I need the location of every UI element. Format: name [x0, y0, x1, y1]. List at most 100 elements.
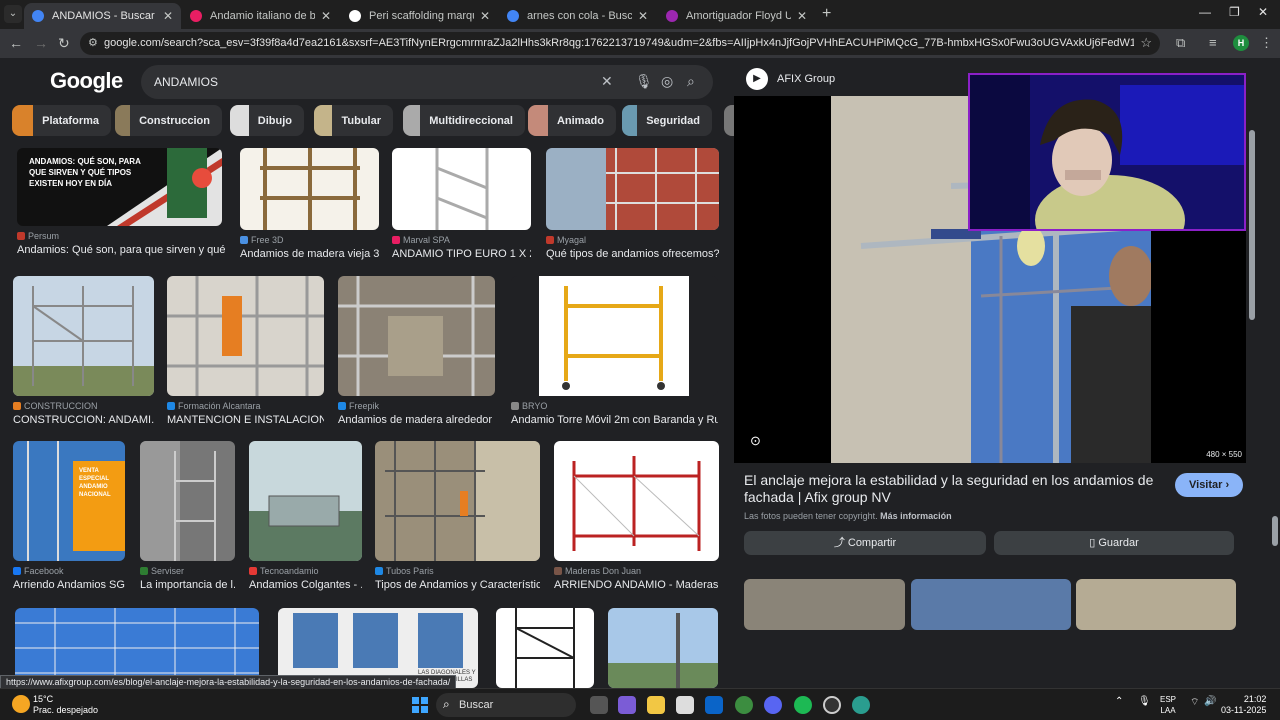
- search-input[interactable]: ANDAMIOS ✕ 🎙 ◎ ⌕: [141, 65, 713, 99]
- site-info-icon[interactable]: ⚙: [88, 36, 98, 49]
- result-source[interactable]: Marval SPA: [392, 235, 531, 245]
- result-card[interactable]: Maderas Don Juan ARRIENDO ANDAMIO - Made…: [554, 441, 719, 591]
- result-card[interactable]: Tubos Paris Tipos de Andamios y Caracter…: [375, 441, 540, 591]
- clock[interactable]: 21:02 03-11-2025: [1221, 694, 1266, 716]
- result-caption[interactable]: MANTENCION E INSTALACION ...: [167, 414, 324, 426]
- extensions-icon[interactable]: ⧉: [1176, 35, 1185, 51]
- google-logo[interactable]: Google: [50, 68, 123, 94]
- result-thumbnail[interactable]: [511, 276, 718, 396]
- related-image[interactable]: [1076, 579, 1236, 630]
- store-icon[interactable]: [676, 696, 694, 714]
- result-card[interactable]: Marval SPA ANDAMIO TIPO EURO 1 X 2...: [392, 148, 531, 260]
- result-card[interactable]: Myagal Qué tipos de andamios ofrecemos? …: [546, 148, 719, 260]
- result-thumbnail[interactable]: [240, 148, 379, 230]
- chrome-icon[interactable]: [735, 696, 753, 714]
- panel-scrollbar[interactable]: [1248, 120, 1256, 675]
- spotify-icon[interactable]: [794, 696, 812, 714]
- result-thumbnail[interactable]: [546, 148, 719, 230]
- filter-chip[interactable]: Plataforma: [12, 105, 111, 136]
- result-caption[interactable]: Qué tipos de andamios ofrecemos? -...: [546, 248, 719, 260]
- close-tab-icon[interactable]: ✕: [638, 9, 648, 23]
- new-tab-button[interactable]: +: [822, 5, 831, 23]
- close-tab-icon[interactable]: ✕: [480, 9, 490, 23]
- close-tab-icon[interactable]: ✕: [321, 9, 331, 23]
- filter-chip[interactable]: Seguridad: [622, 105, 712, 136]
- filter-chip[interactable]: Construccion: [115, 105, 222, 136]
- visit-button[interactable]: Visitar ›: [1175, 473, 1244, 497]
- taskbar-search[interactable]: ⌕ Buscar: [436, 693, 576, 717]
- result-caption[interactable]: Tipos de Andamios y Característic...: [375, 579, 540, 591]
- lens-icon[interactable]: ⊙: [750, 433, 761, 449]
- address-bar[interactable]: ⚙ google.com/search?sca_esv=3f39f8a4d7ea…: [80, 32, 1160, 55]
- search-icon[interactable]: ⌕: [687, 73, 695, 90]
- share-button[interactable]: ⤴ Compartir: [744, 531, 986, 555]
- filter-chip[interactable]: Tubular: [314, 105, 393, 136]
- result-card[interactable]: [608, 608, 718, 688]
- close-tab-icon[interactable]: ✕: [797, 9, 807, 23]
- result-source[interactable]: Tecnoandamio: [249, 566, 362, 576]
- result-thumbnail[interactable]: [608, 608, 718, 688]
- result-caption[interactable]: Arriendo Andamios SG...: [13, 579, 125, 591]
- result-source[interactable]: Formación Alcantara: [167, 401, 324, 411]
- result-source[interactable]: CONSTRUCCION: [13, 401, 154, 411]
- result-thumbnail[interactable]: [140, 441, 235, 561]
- profile-avatar[interactable]: H: [1233, 35, 1249, 51]
- microphone-icon[interactable]: 🎙: [1138, 696, 1151, 707]
- media-icon[interactable]: ≡: [1209, 35, 1217, 50]
- result-caption[interactable]: CONSTRUCCION: ANDAMI...: [13, 414, 154, 426]
- result-source[interactable]: Tubos Paris: [375, 566, 540, 576]
- restore-icon[interactable]: ❐: [1229, 5, 1240, 19]
- result-source[interactable]: Serviser: [140, 566, 235, 576]
- result-card[interactable]: BRYO Andamio Torre Móvil 2m con Baranda …: [511, 276, 718, 426]
- result-card[interactable]: Formación Alcantara MANTENCION E INSTALA…: [167, 276, 324, 426]
- more-info-link[interactable]: Más información: [880, 511, 952, 521]
- forward-icon[interactable]: →: [34, 35, 48, 51]
- app-icon[interactable]: [852, 696, 870, 714]
- weather-widget[interactable]: 15°C Prac. despejado: [33, 694, 98, 716]
- browser-tab[interactable]: Andamio italiano de bulón ✕: [182, 3, 339, 29]
- result-caption[interactable]: Andamios de madera vieja 3 ...: [240, 248, 379, 260]
- browser-tab[interactable]: ANDAMIOS - Buscar con Google ✕: [24, 3, 181, 29]
- result-caption[interactable]: Andamios: Qué son, para que sirven y qué…: [17, 244, 227, 256]
- result-thumbnail[interactable]: [392, 148, 531, 230]
- tray-chevron-icon[interactable]: ⌃: [1115, 696, 1123, 707]
- browser-tab[interactable]: arnes con cola - Buscar con Google ✕: [499, 3, 656, 29]
- start-button[interactable]: [412, 697, 428, 713]
- result-caption[interactable]: ANDAMIO TIPO EURO 1 X 2...: [392, 248, 531, 260]
- filter-chip[interactable]: Animado: [528, 105, 616, 136]
- result-card[interactable]: ANDAMIOS: QUÉ SON, PARA QUE SIRVEN Y QUÉ…: [17, 148, 227, 256]
- browser-tab[interactable]: Peri scaffolding marques riscal ✕: [341, 3, 498, 29]
- preview-source[interactable]: ▶ AFIX Group: [746, 68, 835, 90]
- result-thumbnail[interactable]: [13, 276, 154, 396]
- result-caption[interactable]: Andamios Colgantes - ...: [249, 579, 362, 591]
- result-caption[interactable]: ARRIENDO ANDAMIO - Maderas ...: [554, 579, 719, 591]
- clear-icon[interactable]: ✕: [601, 73, 613, 90]
- result-caption[interactable]: La importancia de l...: [140, 579, 235, 591]
- result-card[interactable]: Freepik Andamios de madera alrededor d..…: [338, 276, 495, 426]
- result-thumbnail[interactable]: VENTA ESPECIAL ANDAMIO NACIONAL: [13, 441, 125, 561]
- volume-icon[interactable]: 🔊: [1204, 696, 1216, 707]
- close-window-icon[interactable]: ✕: [1258, 5, 1268, 19]
- filter-chip[interactable]: Dibujo: [230, 105, 304, 136]
- steam-icon[interactable]: [823, 696, 841, 714]
- result-source[interactable]: Persum: [17, 231, 227, 241]
- menu-icon[interactable]: ⋮: [1260, 35, 1273, 51]
- page-scrollbar[interactable]: [1270, 116, 1280, 688]
- bookmark-star-icon[interactable]: ☆: [1140, 35, 1152, 51]
- result-thumbnail[interactable]: ANDAMIOS: QUÉ SON, PARA QUE SIRVEN Y QUÉ…: [17, 148, 222, 226]
- result-source[interactable]: Free 3D: [240, 235, 379, 245]
- back-icon[interactable]: ←: [9, 35, 23, 51]
- result-card[interactable]: VENTA ESPECIAL ANDAMIO NACIONAL Facebook…: [13, 441, 125, 591]
- preview-title[interactable]: El anclaje mejora la estabilidad y la se…: [744, 472, 1164, 506]
- close-tab-icon[interactable]: ✕: [163, 9, 173, 23]
- result-source[interactable]: BRYO: [511, 401, 718, 411]
- result-card[interactable]: [496, 608, 594, 688]
- weather-icon[interactable]: [12, 695, 30, 713]
- language-indicator[interactable]: ESP LAA: [1160, 694, 1176, 716]
- filter-chip[interactable]: Multidireccional: [403, 105, 525, 136]
- result-source[interactable]: Myagal: [546, 235, 719, 245]
- result-thumbnail[interactable]: [167, 276, 324, 396]
- discord-icon[interactable]: [764, 696, 782, 714]
- reload-icon[interactable]: ↻: [58, 35, 70, 52]
- result-source[interactable]: Maderas Don Juan: [554, 566, 719, 576]
